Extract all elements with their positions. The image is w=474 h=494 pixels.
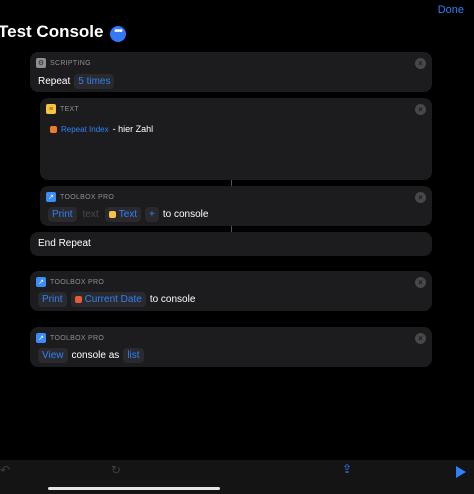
print-row: Print Current Date to console bbox=[38, 292, 195, 307]
play-icon[interactable] bbox=[456, 466, 466, 478]
category-label: TOOLBOX PRO bbox=[50, 278, 105, 286]
gear-icon: ⚙ bbox=[36, 58, 46, 68]
category-label: TEXT bbox=[60, 105, 80, 113]
toolbox-pro-icon: ↗ bbox=[36, 333, 46, 343]
view-card-header: ↗ TOOLBOX PRO bbox=[36, 333, 104, 343]
text-card-header: ≡ TEXT bbox=[46, 104, 79, 114]
page-title: Test Console bbox=[0, 22, 104, 41]
print-action-card[interactable]: ↗ TOOLBOX PRO × Print text Text + to con… bbox=[40, 186, 432, 226]
text-icon: ≡ bbox=[46, 104, 56, 114]
toolbox-pro-icon: ↗ bbox=[46, 192, 56, 202]
view-row: View console as list bbox=[38, 348, 144, 363]
view-console-action-card[interactable]: ↗ TOOLBOX PRO × View console as list bbox=[30, 327, 432, 367]
view-middle-text: console as bbox=[71, 350, 120, 361]
view-token[interactable]: View bbox=[38, 348, 68, 363]
end-repeat-row: End Repeat bbox=[38, 238, 91, 249]
print-token[interactable]: Print bbox=[48, 207, 77, 222]
print-card-header: ↗ TOOLBOX PRO bbox=[46, 192, 114, 202]
end-repeat-label: End Repeat bbox=[38, 238, 91, 249]
print-suffix: to console bbox=[162, 209, 209, 220]
text-action-card[interactable]: ≡ TEXT × Repeat Index - hier Zahl bbox=[40, 98, 432, 180]
end-repeat-card[interactable]: End Repeat bbox=[30, 232, 432, 256]
text-content[interactable]: - hier Zahl bbox=[113, 124, 154, 134]
print-suffix: to console bbox=[149, 294, 196, 305]
more-options-button[interactable]: ••• bbox=[110, 26, 126, 42]
home-indicator bbox=[48, 487, 220, 490]
close-icon[interactable]: × bbox=[415, 333, 426, 344]
category-label: TOOLBOX PRO bbox=[50, 334, 105, 342]
text-variable-label: Text bbox=[118, 209, 138, 220]
undo-icon[interactable]: ↶ bbox=[0, 463, 10, 477]
category-label: TOOLBOX PRO bbox=[60, 193, 115, 201]
redo-icon[interactable]: ↻ bbox=[111, 463, 121, 477]
close-icon[interactable]: × bbox=[415, 277, 426, 288]
close-icon[interactable]: × bbox=[415, 192, 426, 203]
print-action-card[interactable]: ↗ TOOLBOX PRO × Print Current Date to co… bbox=[30, 271, 432, 311]
current-date-variable-token[interactable]: Current Date bbox=[70, 292, 146, 307]
repeat-index-variable[interactable]: Repeat Index bbox=[61, 125, 109, 134]
repeat-action-card[interactable]: ⚙ SCRIPTING × Repeat 5 times bbox=[30, 52, 432, 92]
repeat-index-variable-icon bbox=[50, 125, 57, 133]
print-card-header: ↗ TOOLBOX PRO bbox=[36, 277, 104, 287]
add-variable-button[interactable]: + bbox=[145, 207, 159, 222]
calendar-icon bbox=[74, 296, 82, 303]
text-content-row[interactable]: Repeat Index - hier Zahl bbox=[50, 124, 153, 134]
print-row: Print text Text + to console bbox=[48, 207, 208, 222]
share-icon[interactable]: ⇪ bbox=[342, 462, 352, 476]
text-variable-token[interactable]: Text bbox=[104, 207, 142, 222]
repeat-row: Repeat 5 times bbox=[38, 74, 115, 89]
repeat-label: Repeat bbox=[38, 76, 71, 87]
category-label: SCRIPTING bbox=[50, 59, 91, 67]
text-variable-icon bbox=[108, 211, 116, 218]
close-icon[interactable]: × bbox=[415, 58, 426, 69]
repeat-count-token[interactable]: 5 times bbox=[74, 74, 115, 89]
toolbox-pro-icon: ↗ bbox=[36, 277, 46, 287]
print-token[interactable]: Print bbox=[38, 292, 67, 307]
done-button[interactable]: Done bbox=[438, 4, 464, 16]
list-format-token[interactable]: list bbox=[123, 348, 144, 363]
close-icon[interactable]: × bbox=[415, 104, 426, 115]
current-date-label: Current Date bbox=[84, 294, 142, 305]
repeat-card-header: ⚙ SCRIPTING bbox=[36, 58, 91, 68]
text-placeholder-token[interactable]: text bbox=[81, 207, 101, 222]
